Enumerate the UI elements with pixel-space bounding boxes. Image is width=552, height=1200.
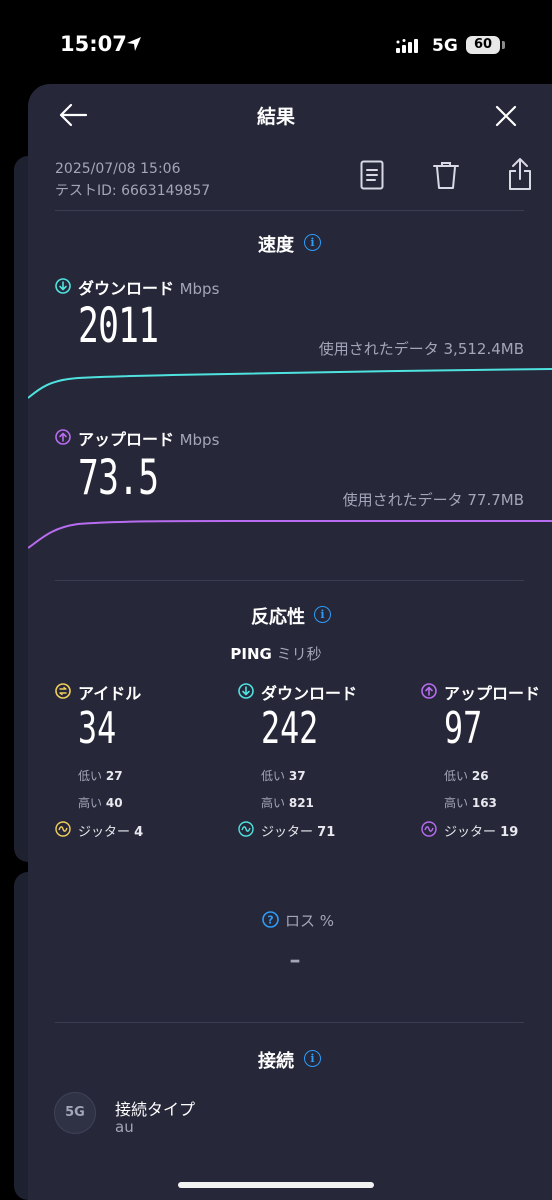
network-type: 5G [432,36,458,56]
download-unit: Mbps [179,280,220,298]
signal-icon [396,38,424,57]
test-id: テストID: 6663149857 [55,183,211,199]
connection-info-icon[interactable]: i [304,1050,321,1067]
idle-jitter-icon [55,821,71,841]
battery-icon: 60 [466,36,500,54]
loss-value: – [289,948,301,973]
share-icon [509,158,531,190]
connection-type-badge: 5G [54,1092,96,1134]
download-jitter-icon [238,821,254,841]
idle-high: 高い 40 [78,796,123,810]
download-speed-graph [28,368,552,399]
download-data-used: 使用されたデータ 3,512.4MB [318,340,524,358]
divider [55,210,524,211]
divider [55,1022,524,1023]
speed-info-icon[interactable]: i [304,234,321,251]
responsiveness-section-title: 反応性 [251,607,305,628]
upload-ping-value: 97 [444,703,483,754]
upload-jitter: ジッター 19 [444,825,519,840]
svg-text:?: ? [267,914,273,927]
upload-unit: Mbps [179,431,220,449]
upload-label: アップロード Mbps [78,426,219,450]
ping-header: PING ミリ秒 [0,643,552,664]
upload-data-used: 使用されたデータ 77.7MB [342,491,524,509]
upload-ping-high: 高い 163 [444,796,497,810]
loss-label: ロス % [285,912,335,930]
download-jitter: ジッター 71 [261,825,336,840]
connection-badge-text: 5G [65,1105,85,1120]
test-date: 2025/07/08 15:06 [55,161,181,177]
idle-label: アイドル [78,684,142,703]
close-icon [495,105,517,127]
status-time: 15:07 [60,32,127,56]
upload-jitter-icon [421,821,437,841]
download-ping-high: 高い 821 [261,796,314,810]
idle-low: 低い 27 [78,769,123,783]
ping-unit: ミリ秒 [276,645,322,663]
upload-speed-graph [28,520,552,549]
download-ping-value: 242 [261,703,319,754]
upload-ping-low: 低い 26 [444,769,489,783]
battery-cap [502,41,505,49]
download-ping-icon [238,683,254,703]
download-speed-value: 2011 [78,298,159,354]
loss-help-icon[interactable]: ? [262,911,279,932]
close-button[interactable] [492,102,520,130]
document-icon [360,160,384,190]
idle-jitter: ジッター 4 [78,825,144,840]
divider [55,580,524,581]
upload-ping-icon [421,683,437,703]
details-button[interactable] [358,158,386,192]
upload-arrow-icon [55,429,71,449]
ping-label: PING [230,645,272,663]
connection-section-title: 接続 [258,1051,294,1072]
speed-section-title: 速度 [258,235,294,256]
trash-icon [433,162,459,189]
download-arrow-icon [55,278,71,298]
connection-type-value: au [115,1118,134,1136]
idle-icon [55,683,71,703]
download-label-text: ダウンロード [78,279,175,298]
page-title: 結果 [256,106,295,128]
delete-button[interactable] [430,158,462,192]
share-button[interactable] [504,156,536,192]
download-label: ダウンロード Mbps [78,275,219,299]
location-arrow-icon [126,36,142,56]
connection-type-label: 接続タイプ [115,1100,196,1119]
download-ping-label: ダウンロード [261,684,358,703]
home-indicator[interactable] [178,1182,374,1188]
download-ping-low: 低い 37 [261,769,306,783]
upload-speed-value: 73.5 [78,450,159,506]
idle-ping-value: 34 [78,703,117,754]
responsiveness-info-icon[interactable]: i [314,606,331,623]
upload-label-text: アップロード [78,430,175,449]
upload-ping-label: アップロード [444,684,541,703]
